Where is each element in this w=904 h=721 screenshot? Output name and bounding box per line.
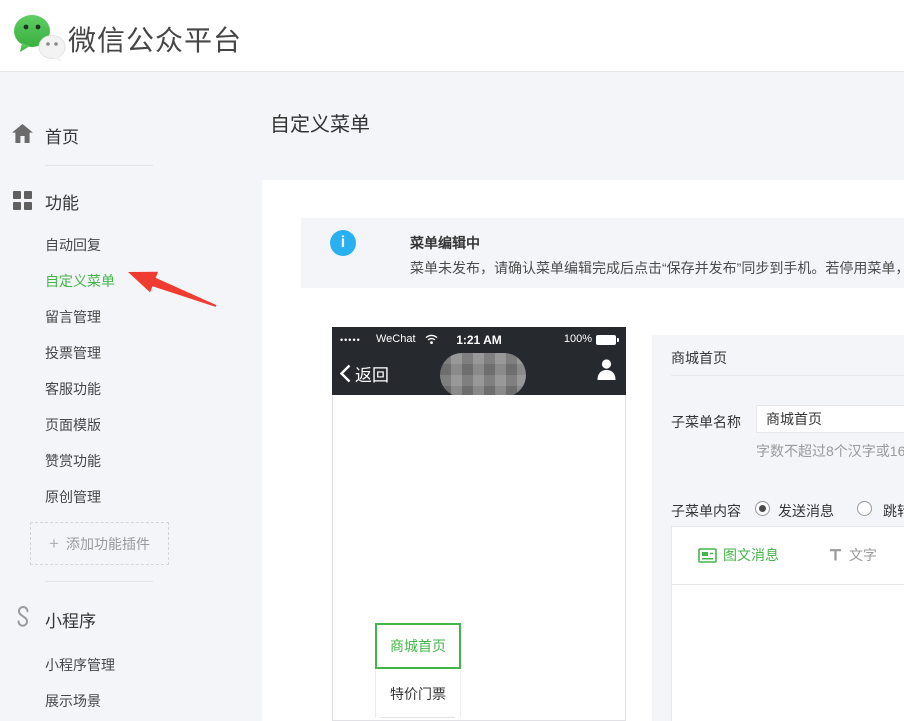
add-plugin-label: 添加功能插件 [66, 534, 150, 554]
plus-icon: + [49, 534, 59, 554]
home-icon [12, 124, 33, 143]
sidebar-item-page-template[interactable]: 页面模版 [45, 415, 101, 435]
miniprogram-icon [13, 606, 32, 627]
sidebar-item-vote-mgmt[interactable]: 投票管理 [45, 343, 101, 363]
phone-back-button: 返回 [340, 361, 389, 386]
divider [671, 375, 904, 376]
message-content-box: 图文消息 文字 [671, 526, 904, 721]
rich-media-icon [698, 548, 717, 563]
banner-description: 菜单未发布，请确认菜单编辑完成后点击“保存并发布”同步到手机。若停用菜单，请 [410, 258, 904, 278]
platform-title: 微信公众平台 [68, 19, 242, 59]
blurred-account-name [440, 353, 526, 397]
submenu-name-input[interactable] [756, 405, 904, 433]
back-label: 返回 [355, 361, 389, 386]
sidebar-item-miniprogram[interactable]: 小程序 [45, 607, 96, 632]
sidebar-item-auto-reply[interactable]: 自动回复 [45, 235, 101, 255]
radio-jump-page-label[interactable]: 跳转 [883, 501, 904, 521]
content-panel: i 菜单编辑中 菜单未发布，请确认菜单编辑完成后点击“保存并发布”同步到手机。若… [262, 180, 904, 721]
sidebar-item-display-scene[interactable]: 展示场景 [45, 691, 101, 711]
sidebar-item-original-mgmt[interactable]: 原创管理 [45, 487, 101, 507]
editor-title: 商城首页 [671, 348, 727, 368]
text-tool-icon [828, 548, 843, 562]
features-grid-icon [13, 191, 32, 210]
radio-jump-page[interactable] [857, 501, 872, 516]
divider [672, 584, 904, 585]
tab-rich-media-label: 图文消息 [723, 545, 779, 565]
name-length-hint: 字数不超过8个汉字或16 [756, 441, 904, 461]
sidebar-item-message-mgmt[interactable]: 留言管理 [45, 307, 101, 327]
wechat-logo-icon [10, 9, 68, 63]
phone-preview: ••••• WeChat 1:21 AM 100% 返回 [332, 327, 626, 721]
submenu-item-selected[interactable]: 商城首页 [375, 623, 461, 669]
radio-send-message[interactable] [755, 501, 770, 516]
sidebar-item-features[interactable]: 功能 [45, 189, 79, 214]
menu-editing-banner: i 菜单编辑中 菜单未发布，请确认菜单编辑完成后点击“保存并发布”同步到手机。若… [301, 218, 904, 288]
submenu-item[interactable]: 特价门票 [375, 669, 461, 718]
tab-rich-media[interactable]: 图文消息 [698, 545, 779, 565]
divider [45, 165, 153, 166]
submenu-popup: 商城首页 特价门票 [375, 623, 461, 718]
sidebar-item-custom-menu[interactable]: 自定义菜单 [45, 271, 115, 291]
chevron-left-icon [340, 364, 351, 383]
tab-plain-text[interactable]: 文字 [828, 545, 877, 565]
info-icon: i [330, 230, 356, 256]
top-header: 微信公众平台 [0, 0, 904, 72]
radio-send-message-label[interactable]: 发送消息 [778, 501, 834, 521]
sidebar-nav: 首页 功能 自动回复 自定义菜单 留言管理 投票管理 客服功能 页面模版 赞赏功… [0, 72, 262, 721]
submenu-editor-panel: 商城首页 子菜单名称 字数不超过8个汉字或16 子菜单内容 发送消息 跳转 图文… [652, 335, 904, 721]
phone-header: ••••• WeChat 1:21 AM 100% 返回 [332, 327, 626, 395]
divider [45, 581, 153, 582]
sidebar-item-miniprogram-mgmt[interactable]: 小程序管理 [45, 655, 115, 675]
page-title: 自定义菜单 [270, 108, 370, 137]
banner-title: 菜单编辑中 [410, 233, 480, 253]
battery-icon [596, 335, 616, 345]
battery-percent: 100% [564, 333, 592, 345]
tab-plain-text-label: 文字 [849, 545, 877, 565]
annotation-arrow [120, 260, 230, 320]
profile-icon [596, 358, 617, 380]
phone-status-bar: ••••• WeChat 1:21 AM 100% [332, 327, 626, 353]
sidebar-item-customer-service[interactable]: 客服功能 [45, 379, 101, 399]
submenu-content-label: 子菜单内容 [671, 501, 741, 521]
add-plugin-button[interactable]: + 添加功能插件 [30, 522, 169, 565]
wechat-mp-platform: 微信公众平台 首页 功能 自动回复 自定义菜单 留言管理 投票管理 客服功能 页… [0, 0, 904, 721]
sidebar-item-reward[interactable]: 赞赏功能 [45, 451, 101, 471]
submenu-name-label: 子菜单名称 [671, 412, 741, 432]
sidebar-item-home[interactable]: 首页 [45, 123, 79, 148]
